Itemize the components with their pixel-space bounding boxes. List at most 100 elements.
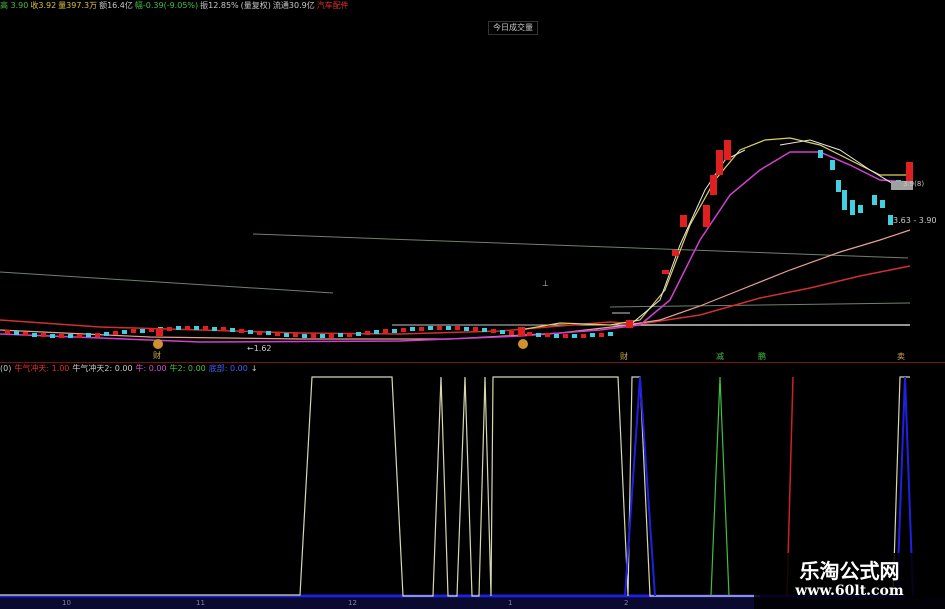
signal-marker	[153, 339, 163, 349]
candle	[392, 329, 397, 333]
candle-down	[858, 205, 863, 213]
candle	[338, 333, 343, 337]
candle	[248, 330, 253, 334]
candle	[311, 334, 316, 338]
candle	[212, 327, 217, 331]
signal-mai: 卖	[897, 352, 905, 361]
right-price-label: 3.9(8)	[903, 180, 925, 188]
indicator-field-6: ↓	[250, 364, 258, 373]
candle	[473, 327, 478, 331]
candle	[599, 333, 604, 337]
signal-dot: ⊥	[542, 279, 549, 288]
candle	[23, 332, 28, 336]
candle	[581, 334, 586, 338]
chart-canvas	[0, 137, 914, 598]
candle	[203, 326, 208, 330]
candle	[554, 334, 559, 338]
candle	[5, 330, 10, 334]
candle	[41, 333, 46, 337]
candle-down	[850, 200, 855, 215]
watermark-title: 乐淘公式网	[799, 559, 900, 583]
indicator-field-0: (0)	[0, 364, 12, 373]
low-price-label: ←1.62	[247, 344, 272, 353]
candle-down	[818, 150, 823, 158]
signal-cai-1: 财	[153, 351, 161, 360]
signal-peng: 鹏	[758, 352, 766, 361]
candle	[572, 334, 577, 338]
date-tick: 2	[624, 599, 629, 607]
candle	[482, 328, 487, 332]
ma-line	[0, 229, 911, 340]
date-tick: 1	[508, 599, 513, 607]
candle	[383, 329, 388, 333]
candle-up	[156, 328, 163, 336]
watermark-url: www.60lt.com	[795, 583, 904, 599]
candle	[257, 331, 262, 335]
candle	[131, 329, 136, 333]
ma-line	[519, 137, 910, 331]
candle	[536, 333, 541, 337]
candle	[590, 333, 595, 337]
candle	[374, 330, 379, 334]
trend-line	[0, 271, 334, 294]
candle-up	[716, 150, 723, 175]
indicator-header: (0) 牛气冲天: 1.00 牛气冲天2: 0.00 牛: 0.00 牛2: 0.00 底…	[0, 363, 945, 375]
candle	[491, 329, 496, 333]
candle	[176, 326, 181, 330]
range-price-label: 3.63 - 3.90	[893, 216, 937, 225]
candle	[428, 326, 433, 330]
candle	[302, 334, 307, 338]
candle	[86, 333, 91, 337]
watermark: 乐淘公式网 www.60lt.com	[754, 553, 945, 609]
candle	[113, 331, 118, 335]
candle-up	[680, 215, 687, 227]
candle-up	[710, 175, 717, 195]
candle	[365, 331, 370, 335]
indicator-field-5: 底部: 0.00	[208, 364, 248, 373]
candle-up	[703, 205, 710, 227]
candle	[167, 327, 172, 331]
candle	[95, 333, 100, 337]
indicator-line	[710, 376, 730, 597]
candle	[329, 334, 334, 338]
candle	[185, 326, 190, 330]
candle	[545, 333, 550, 337]
candle	[608, 332, 613, 336]
candle	[122, 330, 127, 334]
candle-up	[724, 140, 731, 160]
candle	[275, 332, 280, 336]
candle	[140, 329, 145, 333]
ma-line	[629, 149, 746, 326]
indicator-field-2: 牛气冲天2: 0.00	[72, 364, 133, 373]
candle	[293, 333, 298, 337]
indicator-line	[0, 376, 760, 597]
indicator-field-3: 牛: 0.00	[135, 364, 167, 373]
candle-up	[672, 250, 679, 256]
candle	[266, 331, 271, 335]
candle	[356, 332, 361, 336]
candle	[230, 328, 235, 332]
candle	[59, 334, 64, 338]
candle	[455, 326, 460, 330]
ma-line	[0, 151, 911, 343]
candle	[347, 333, 352, 337]
main-chart	[0, 137, 913, 349]
candle	[419, 327, 424, 331]
signal-marker	[518, 339, 528, 349]
candle-down	[872, 195, 877, 205]
candle	[437, 326, 442, 330]
candle	[104, 332, 109, 336]
indicator-field-1: 牛气冲天: 1.00	[14, 364, 70, 373]
indicator-field-4: 牛2: 0.00	[169, 364, 206, 373]
candle	[284, 333, 289, 337]
signal-jian: 减	[716, 352, 724, 361]
candle-up	[626, 320, 633, 328]
candle-up	[662, 270, 669, 274]
trend-line	[252, 233, 909, 259]
candle-down	[830, 160, 835, 170]
candle	[509, 331, 514, 335]
candle-up	[518, 327, 525, 336]
signal-cai-2: 财	[620, 352, 628, 361]
candle	[50, 334, 55, 338]
candle	[194, 326, 199, 330]
